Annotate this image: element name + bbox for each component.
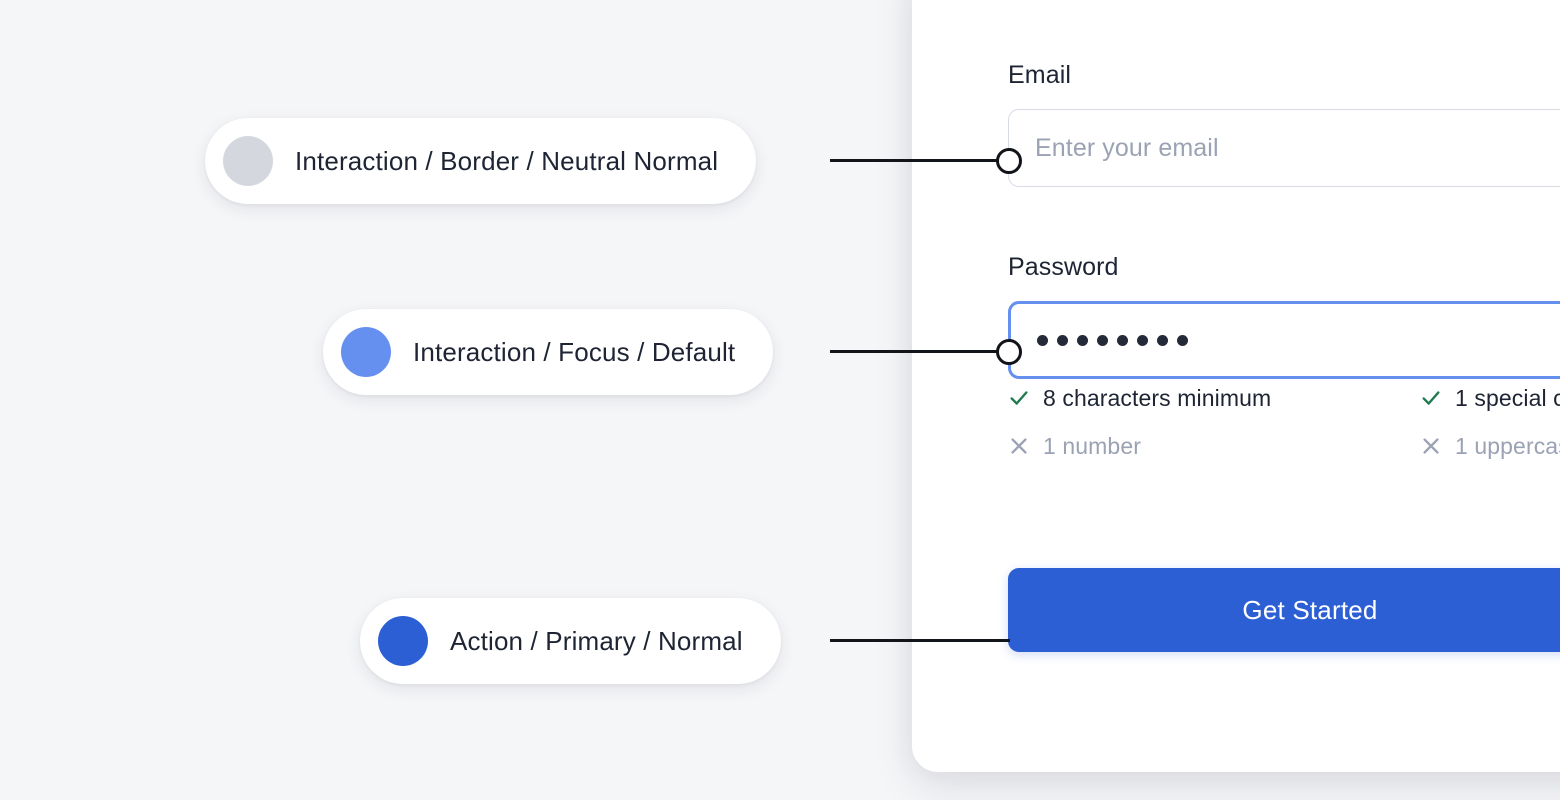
email-field-group: Email Enter your email — [1008, 60, 1560, 187]
requirement-label: 1 special character — [1455, 385, 1560, 411]
password-input[interactable] — [1008, 301, 1560, 379]
requirement-label: 1 number — [1043, 433, 1141, 459]
requirement-item: 1 number — [1008, 433, 1420, 459]
design-token-annotation-canvas: Email Enter your email Password 8 charac… — [0, 0, 1560, 800]
connector-endpoint-border — [996, 148, 1022, 174]
connector-endpoint-focus — [996, 339, 1022, 365]
connector-line-focus — [830, 350, 1002, 353]
email-placeholder: Enter your email — [1035, 133, 1219, 162]
close-icon — [1008, 435, 1030, 457]
signup-form-panel: Email Enter your email Password 8 charac… — [912, 0, 1560, 772]
color-swatch-icon — [378, 616, 428, 666]
token-pill-label: Interaction / Border / Neutral Normal — [295, 146, 719, 176]
password-masked-value — [1037, 334, 1188, 346]
token-pill-border-neutral[interactable]: Interaction / Border / Neutral Normal — [205, 118, 757, 204]
connector-line-action — [830, 639, 1010, 642]
requirement-item: 1 special character — [1420, 385, 1560, 411]
check-icon — [1008, 387, 1030, 409]
token-pill-focus-default[interactable]: Interaction / Focus / Default — [323, 309, 774, 395]
close-icon — [1420, 435, 1442, 457]
token-pill-action-primary[interactable]: Action / Primary / Normal — [360, 598, 781, 684]
requirement-item: 8 characters minimum — [1008, 385, 1420, 411]
requirement-label: 1 uppercase letter — [1455, 433, 1560, 459]
check-icon — [1420, 387, 1442, 409]
password-field-group: Password — [1008, 252, 1560, 379]
password-label: Password — [1008, 253, 1119, 281]
password-requirements-list: 8 characters minimum 1 special character 1… — [1008, 385, 1560, 459]
color-swatch-icon — [341, 327, 391, 377]
token-pill-label: Action / Primary / Normal — [450, 626, 743, 656]
requirement-label: 8 characters minimum — [1043, 385, 1272, 411]
get-started-button[interactable]: Get Started — [1008, 568, 1560, 652]
connector-line-border — [830, 159, 1002, 162]
color-swatch-icon — [223, 136, 273, 186]
email-input[interactable]: Enter your email — [1008, 109, 1560, 187]
email-label: Email — [1008, 61, 1072, 89]
token-pill-label: Interaction / Focus / Default — [413, 337, 736, 367]
requirement-item: 1 uppercase letter — [1420, 433, 1560, 459]
